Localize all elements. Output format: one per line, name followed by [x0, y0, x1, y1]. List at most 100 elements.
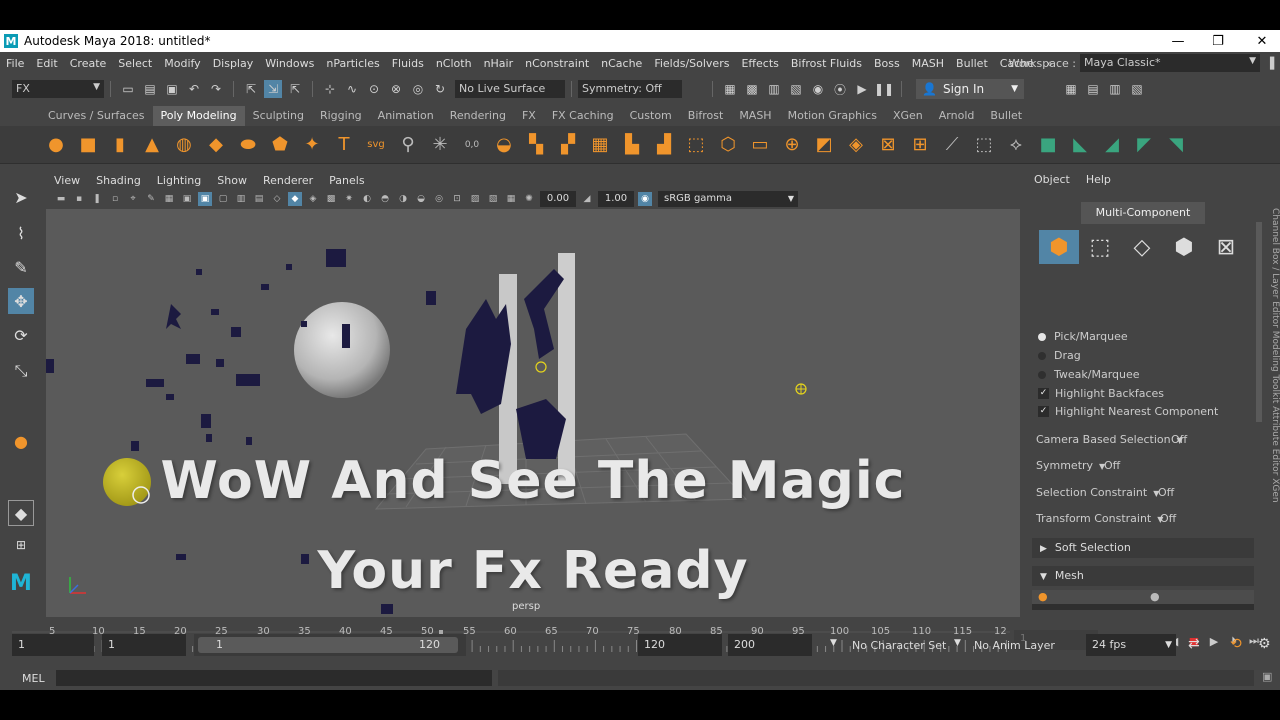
bookmark-icon[interactable]: ❚: [90, 192, 104, 206]
combine-icon[interactable]: ●: [1038, 590, 1048, 603]
ipr-render-icon[interactable]: ▥: [765, 80, 783, 98]
poly-cone-icon[interactable]: ▲: [141, 134, 163, 156]
play-forwards-icon[interactable]: ▶: [1204, 632, 1224, 650]
soften-edge-icon[interactable]: ◢: [1101, 134, 1123, 156]
preferences-icon[interactable]: ⚙: [1258, 636, 1271, 652]
multi-cut-icon[interactable]: ⊕: [781, 134, 803, 156]
toggle-modeling-toolkit-icon[interactable]: ▦: [1062, 80, 1080, 98]
viewport-menu-lighting[interactable]: Lighting: [149, 174, 209, 187]
live-surface-field[interactable]: No Live Surface: [455, 80, 565, 98]
tab-animation[interactable]: Animation: [370, 106, 442, 126]
close-button[interactable]: ✕: [1240, 30, 1280, 52]
command-input[interactable]: [56, 670, 492, 686]
anim-layer-label[interactable]: No Anim Layer: [974, 639, 1055, 652]
tab-arnold[interactable]: Arnold: [931, 106, 983, 126]
menu-ncloth[interactable]: nCloth: [430, 57, 478, 70]
range-slider-bar[interactable]: 1 120: [198, 637, 458, 653]
color-management-icon[interactable]: ◉: [638, 192, 652, 206]
toggle-attribute-editor-icon[interactable]: ▤: [1084, 80, 1102, 98]
gate-mask-icon[interactable]: ▢: [216, 192, 230, 206]
uv-editor-icon[interactable]: ⟋: [941, 134, 963, 156]
select-object-icon[interactable]: ⇲: [264, 80, 282, 98]
menu-modify[interactable]: Modify: [158, 57, 206, 70]
pick-marquee-option[interactable]: Pick/Marquee: [1038, 330, 1128, 343]
panel-vertical-scrollbar[interactable]: [1256, 222, 1262, 422]
pause-render-icon[interactable]: ❚❚: [874, 80, 894, 98]
vertex-mode-icon[interactable]: ⬚: [1080, 230, 1120, 264]
super-shape-icon[interactable]: ✦: [301, 134, 323, 156]
playback-start-field[interactable]: 1: [102, 634, 186, 656]
wireframe-icon[interactable]: ◇: [270, 192, 284, 206]
poly-text-icon[interactable]: T: [333, 134, 355, 156]
menu-boss[interactable]: Boss: [868, 57, 906, 70]
toggle-channel-box-icon[interactable]: ▧: [1128, 80, 1146, 98]
snap-surface-icon[interactable]: ◎: [409, 80, 427, 98]
snap-live-icon[interactable]: ↻: [431, 80, 449, 98]
view-transform-dropdown[interactable]: sRGB gamma ▼: [658, 191, 798, 207]
safe-action-icon[interactable]: ▤: [252, 192, 266, 206]
film-gate-icon[interactable]: ▣: [180, 192, 194, 206]
tab-curves-surfaces[interactable]: Curves / Surfaces: [40, 106, 153, 126]
grease-pencil-icon[interactable]: ✎: [144, 192, 158, 206]
grid-icon[interactable]: ▦: [162, 192, 176, 206]
multi-component-button[interactable]: Multi-Component: [1081, 202, 1205, 224]
lasso-tool-icon[interactable]: ⌇: [8, 220, 34, 246]
chevron-down-icon[interactable]: ▼: [830, 638, 837, 648]
selection-constraint-row[interactable]: Selection Constraint ▼ Off: [1036, 486, 1174, 499]
snap-grid-icon[interactable]: ⊹: [321, 80, 339, 98]
menu-ncache[interactable]: nCache: [595, 57, 648, 70]
2d-pan-zoom-icon[interactable]: ⌖: [126, 192, 140, 206]
tab-sculpting[interactable]: Sculpting: [245, 106, 312, 126]
soft-selection-section[interactable]: ▶ Soft Selection: [1032, 538, 1254, 558]
xray-components-icon[interactable]: ▦: [504, 192, 518, 206]
menu-nhair[interactable]: nHair: [478, 57, 520, 70]
exposure-field[interactable]: 0.00: [540, 191, 576, 207]
menu-mash[interactable]: MASH: [906, 57, 950, 70]
range-slider[interactable]: 1 120: [194, 634, 466, 656]
field-chart-icon[interactable]: ▥: [234, 192, 248, 206]
render-view-icon[interactable]: ▦: [721, 80, 739, 98]
smooth-shade-icon[interactable]: ◆: [288, 192, 302, 206]
highlight-nearest-checkbox[interactable]: ✓ Highlight Nearest Component: [1038, 405, 1218, 418]
gamma-field[interactable]: 1.00: [598, 191, 634, 207]
object-mode-icon[interactable]: ⬢: [1039, 230, 1079, 264]
menu-bifrost-fluids[interactable]: Bifrost Fluids: [785, 57, 868, 70]
chevron-down-icon[interactable]: ▼: [954, 638, 961, 648]
drag-option[interactable]: Drag: [1038, 349, 1081, 362]
image-plane-icon[interactable]: ▫: [108, 192, 122, 206]
tab-bullet[interactable]: Bullet: [982, 106, 1030, 126]
tab-rendering[interactable]: Rendering: [442, 106, 514, 126]
paint-select-tool-icon[interactable]: ✎: [8, 254, 34, 280]
sculpt-brush-icon[interactable]: ⚲: [397, 134, 419, 156]
render-current-icon[interactable]: ▩: [743, 80, 761, 98]
snap-curve-icon[interactable]: ∿: [343, 80, 361, 98]
gamma-icon[interactable]: ◢: [580, 192, 594, 206]
menu-fields-solvers[interactable]: Fields/Solvers: [648, 57, 735, 70]
redo-icon[interactable]: ↷: [207, 80, 225, 98]
viewport-menu-panels[interactable]: Panels: [321, 174, 372, 187]
combine-icon[interactable]: ◒: [493, 134, 515, 156]
render-settings-icon[interactable]: ▧: [787, 80, 805, 98]
poly-cylinder-icon[interactable]: ▮: [109, 134, 131, 156]
poly-cube-icon[interactable]: ■: [77, 134, 99, 156]
scale-tool-icon[interactable]: ⤡: [8, 358, 34, 384]
tab-bifrost[interactable]: Bifrost: [680, 106, 732, 126]
rotate-tool-icon[interactable]: ⟳: [8, 322, 34, 348]
symmetry-field[interactable]: Symmetry: Off: [578, 80, 682, 98]
normals-icon[interactable]: ◣: [1069, 134, 1091, 156]
menu-file[interactable]: File: [0, 57, 30, 70]
snap-point-icon[interactable]: ⊙: [365, 80, 383, 98]
viewport-menu-show[interactable]: Show: [209, 174, 255, 187]
arnold-render-icon[interactable]: ⦿: [831, 80, 849, 98]
shadows-icon[interactable]: ◐: [360, 192, 374, 206]
xray-icon[interactable]: ▨: [468, 192, 482, 206]
panel-menu-object[interactable]: Object: [1034, 173, 1070, 186]
menu-nparticles[interactable]: nParticles: [320, 57, 385, 70]
menu-effects[interactable]: Effects: [735, 57, 784, 70]
camera-based-selection-row[interactable]: Camera Based Selection ▼ Off: [1036, 433, 1187, 446]
uv-auto-icon[interactable]: ⟡: [1005, 134, 1027, 156]
single-perspective-layout-icon[interactable]: ◆: [8, 500, 34, 526]
fps-dropdown[interactable]: 24 fps ▼: [1086, 634, 1176, 656]
origin-icon[interactable]: 0,0: [461, 134, 483, 156]
minimize-button[interactable]: —: [1156, 30, 1200, 52]
